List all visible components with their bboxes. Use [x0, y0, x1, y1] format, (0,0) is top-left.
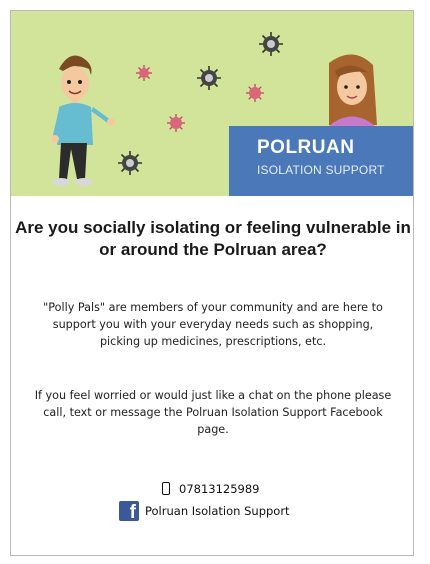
phone-number: 07813125989 — [179, 482, 260, 496]
contact-block: 07813125989 f Polruan Isolation Support — [111, 479, 341, 529]
man-illustration — [51, 55, 115, 186]
banner: POLRUAN ISOLATION SUPPORT — [11, 11, 413, 196]
virus-icon — [197, 66, 221, 90]
headline: Are you socially isolating or feeling vu… — [15, 218, 411, 259]
contact-paragraph: If you feel worried or would just like a… — [34, 389, 392, 436]
virus-icon — [259, 32, 283, 56]
virus-icon — [118, 151, 142, 175]
facebook-page-name: Polruan Isolation Support — [145, 504, 290, 518]
mobile-phone-icon — [162, 482, 170, 495]
brand-subtitle: ISOLATION SUPPORT — [257, 163, 385, 177]
virus-icon — [136, 65, 152, 81]
facebook-icon: f — [119, 501, 139, 522]
flyer: POLRUAN ISOLATION SUPPORT Are you social… — [10, 10, 414, 556]
intro-paragraph: "Polly Pals" are members of your communi… — [43, 301, 383, 348]
brand-title: POLRUAN — [257, 137, 355, 158]
woman-illustration — [329, 54, 377, 133]
virus-icon — [246, 84, 264, 102]
virus-icon — [167, 114, 185, 132]
